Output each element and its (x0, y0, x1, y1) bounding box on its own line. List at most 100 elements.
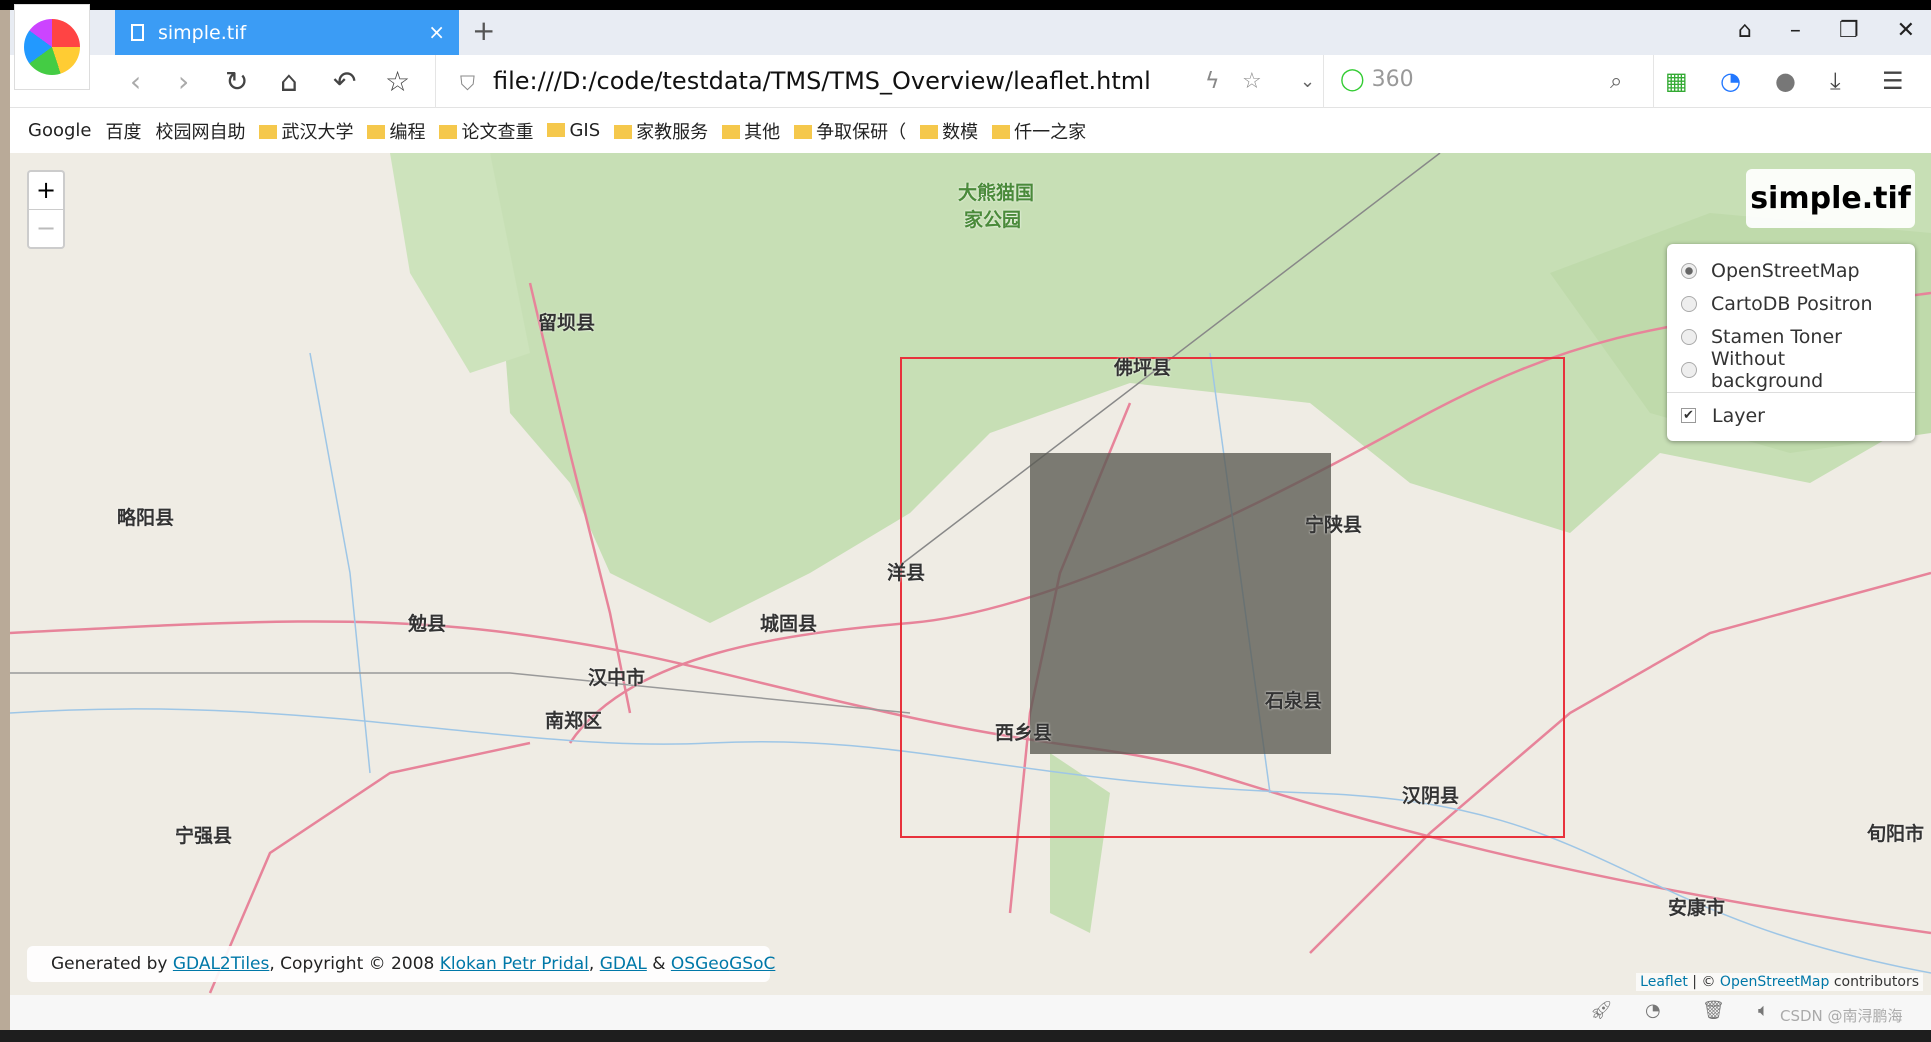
restore-icon[interactable]: ❐ (1839, 18, 1859, 43)
map-place-label: 旬阳市 (1867, 823, 1925, 845)
star-icon[interactable]: ☆ (385, 65, 410, 98)
road (1309, 571, 1931, 954)
map-place-label: 城固县 (760, 613, 818, 635)
gdal-link[interactable]: GDAL (600, 954, 647, 974)
new-tab-button[interactable]: + (472, 14, 495, 47)
gsoc-link[interactable]: GSoC (729, 954, 775, 974)
klokan-link[interactable]: Klokan Petr Pridal (440, 954, 589, 974)
shirt-icon[interactable]: ⌂ (1738, 18, 1752, 43)
bookmark-1[interactable]: 百度 (105, 118, 141, 144)
map-place-label: 略阳县 (117, 507, 175, 529)
search-icon[interactable]: ⌕ (1610, 69, 1622, 94)
extension-icon[interactable]: ◔ (1720, 67, 1741, 95)
dropdown-icon[interactable]: ⌄ (1300, 71, 1315, 92)
map-place-label: 佛坪县 (1114, 357, 1172, 379)
river (309, 352, 371, 774)
bookmark-11[interactable]: 仟一之家 (992, 118, 1086, 144)
zoom-control: + − (27, 170, 65, 249)
map-title: simple.tif (1746, 169, 1915, 228)
reload-icon[interactable]: ↻ (225, 65, 248, 98)
map-place-label: 宁强县 (175, 825, 233, 847)
status-bar: 🚀︎ ◔ 🗑︎ 🔈︎ CSDN @南浔鹏海 (10, 995, 1931, 1030)
map-place-label: 家公园 (964, 209, 1022, 231)
leaflet-attribution: Leaflet | © OpenStreetMap contributors (1636, 973, 1923, 991)
base-layer-option[interactable]: Without background (1681, 348, 1901, 392)
map-place-label: 勉县 (408, 613, 447, 635)
taskbar (0, 1030, 1931, 1042)
leaflet-link[interactable]: Leaflet (1640, 974, 1688, 990)
bookmark-9[interactable]: 争取保研（ (794, 118, 906, 144)
map-place-label: 石泉县 (1265, 690, 1323, 712)
close-icon[interactable]: ✕ (1897, 18, 1915, 43)
screen-top-bar (0, 0, 1931, 10)
forward-icon[interactable]: › (178, 65, 189, 98)
base-layer-option[interactable]: CartoDB Positron (1681, 287, 1901, 320)
map-place-label: 汉中市 (588, 667, 646, 689)
map-place-label: 南郑区 (545, 710, 603, 732)
lightning-icon[interactable]: ϟ (1205, 69, 1220, 94)
browser-logo[interactable] (14, 4, 90, 90)
trash-icon[interactable]: 🗑︎ (1702, 1000, 1725, 1021)
radio-button[interactable] (1681, 328, 1697, 345)
bookmark-0[interactable]: Google (28, 120, 91, 141)
shield-icon: ⛉ (460, 71, 475, 95)
map-place-label: 洋县 (887, 562, 926, 584)
base-layer-label: CartoDB Positron (1711, 292, 1873, 315)
address-bar: ‹ › ↻ ⌂ ↶ ☆ ⛉ file:///D:/code/testdata/T… (10, 55, 1931, 108)
minimize-icon[interactable]: – (1790, 18, 1801, 43)
map-tiles (10, 153, 1931, 994)
map-place-label: 宁陕县 (1305, 514, 1363, 536)
osgeo-link[interactable]: OSGeo (671, 954, 729, 974)
sound-icon[interactable]: 🔈︎ (1758, 1000, 1769, 1021)
radio-button[interactable] (1681, 361, 1697, 378)
undo-icon[interactable]: ↶ (333, 65, 356, 98)
base-layer-option[interactable]: OpenStreetMap (1681, 254, 1901, 287)
zoom-out-button[interactable]: − (29, 209, 63, 246)
rocket-icon[interactable]: 🚀︎ (1590, 1000, 1613, 1021)
download-icon[interactable]: ⤓ (1830, 67, 1841, 95)
map-place-label: 西乡县 (995, 722, 1053, 744)
map-place-label: 留坝县 (538, 312, 596, 334)
checkbox-checked-icon[interactable]: ✔ (1681, 408, 1696, 423)
bookmark-7[interactable]: 家教服务 (614, 118, 708, 144)
map[interactable]: 大熊猫国 家公园 留坝县 佛坪县 宁陕县 洋县 城固县 汉中市 勉县 南郑区 西乡县 石泉县 汉阴县 安康… (10, 153, 1931, 995)
railway (10, 672, 911, 714)
radio-button[interactable] (1681, 262, 1697, 279)
base-layer-label: OpenStreetMap (1711, 259, 1860, 282)
url-input[interactable]: file:///D:/code/testdata/TMS/TMS_Overvie… (493, 67, 1151, 95)
bookmark-8[interactable]: 其他 (722, 118, 780, 144)
map-place-label: 安康市 (1668, 897, 1726, 919)
avatar-icon[interactable]: ● (1775, 67, 1796, 95)
bookmark-10[interactable]: 数模 (920, 118, 978, 144)
base-layer-label: Without background (1710, 347, 1824, 392)
gdal2tiles-link[interactable]: GDAL2Tiles (173, 954, 270, 974)
radio-button[interactable] (1681, 295, 1697, 312)
layers-control: OpenStreetMap CartoDB Positron Stamen Tone… (1667, 244, 1915, 441)
osm-link[interactable]: OpenStreetMap (1720, 974, 1829, 990)
back-icon[interactable]: ‹ (130, 65, 141, 98)
bookmark-2[interactable]: 校园网自助 (155, 118, 245, 144)
overlay-layer-checkbox[interactable]: ✔ Layer (1681, 399, 1901, 432)
bookmark-4[interactable]: 编程 (367, 118, 425, 144)
tab-bar: simple.tif × + ⌂ – ❐ ✕ (10, 10, 1931, 55)
document-icon (131, 24, 144, 41)
search-input[interactable]: ◯ 360 (1340, 67, 1414, 92)
360-search-icon: ◯ (1340, 67, 1365, 92)
overlay-label: Layer (1712, 404, 1765, 427)
tiles-attribution: Generated by GDAL2Tiles, Copyright © 200… (27, 946, 775, 982)
bookmark-6[interactable]: GIS (547, 120, 600, 141)
bookmark-star-icon[interactable]: ☆ (1242, 69, 1262, 94)
bookmarks-bar: Google 百度 校园网自助 武汉大学 编程 论文查重 GIS 家教服务 其他 争取保研（ 数模仟… (10, 108, 1931, 153)
speed-icon[interactable]: ◔ (1645, 1000, 1661, 1021)
menu-icon[interactable]: ☰ (1882, 67, 1904, 95)
home-icon[interactable]: ⌂ (280, 65, 298, 98)
watermark: CSDN @南浔鹏海 (1780, 1007, 1903, 1025)
apps-icon[interactable]: ▦ (1665, 67, 1688, 95)
tab-simple-tif[interactable]: simple.tif × (115, 10, 459, 55)
bookmark-5[interactable]: 论文查重 (439, 118, 533, 144)
tab-close-button[interactable]: × (428, 20, 445, 44)
360-logo-icon (24, 19, 80, 75)
bookmark-3[interactable]: 武汉大学 (259, 118, 353, 144)
zoom-in-button[interactable]: + (29, 172, 63, 209)
desktop-edge (0, 10, 10, 1030)
